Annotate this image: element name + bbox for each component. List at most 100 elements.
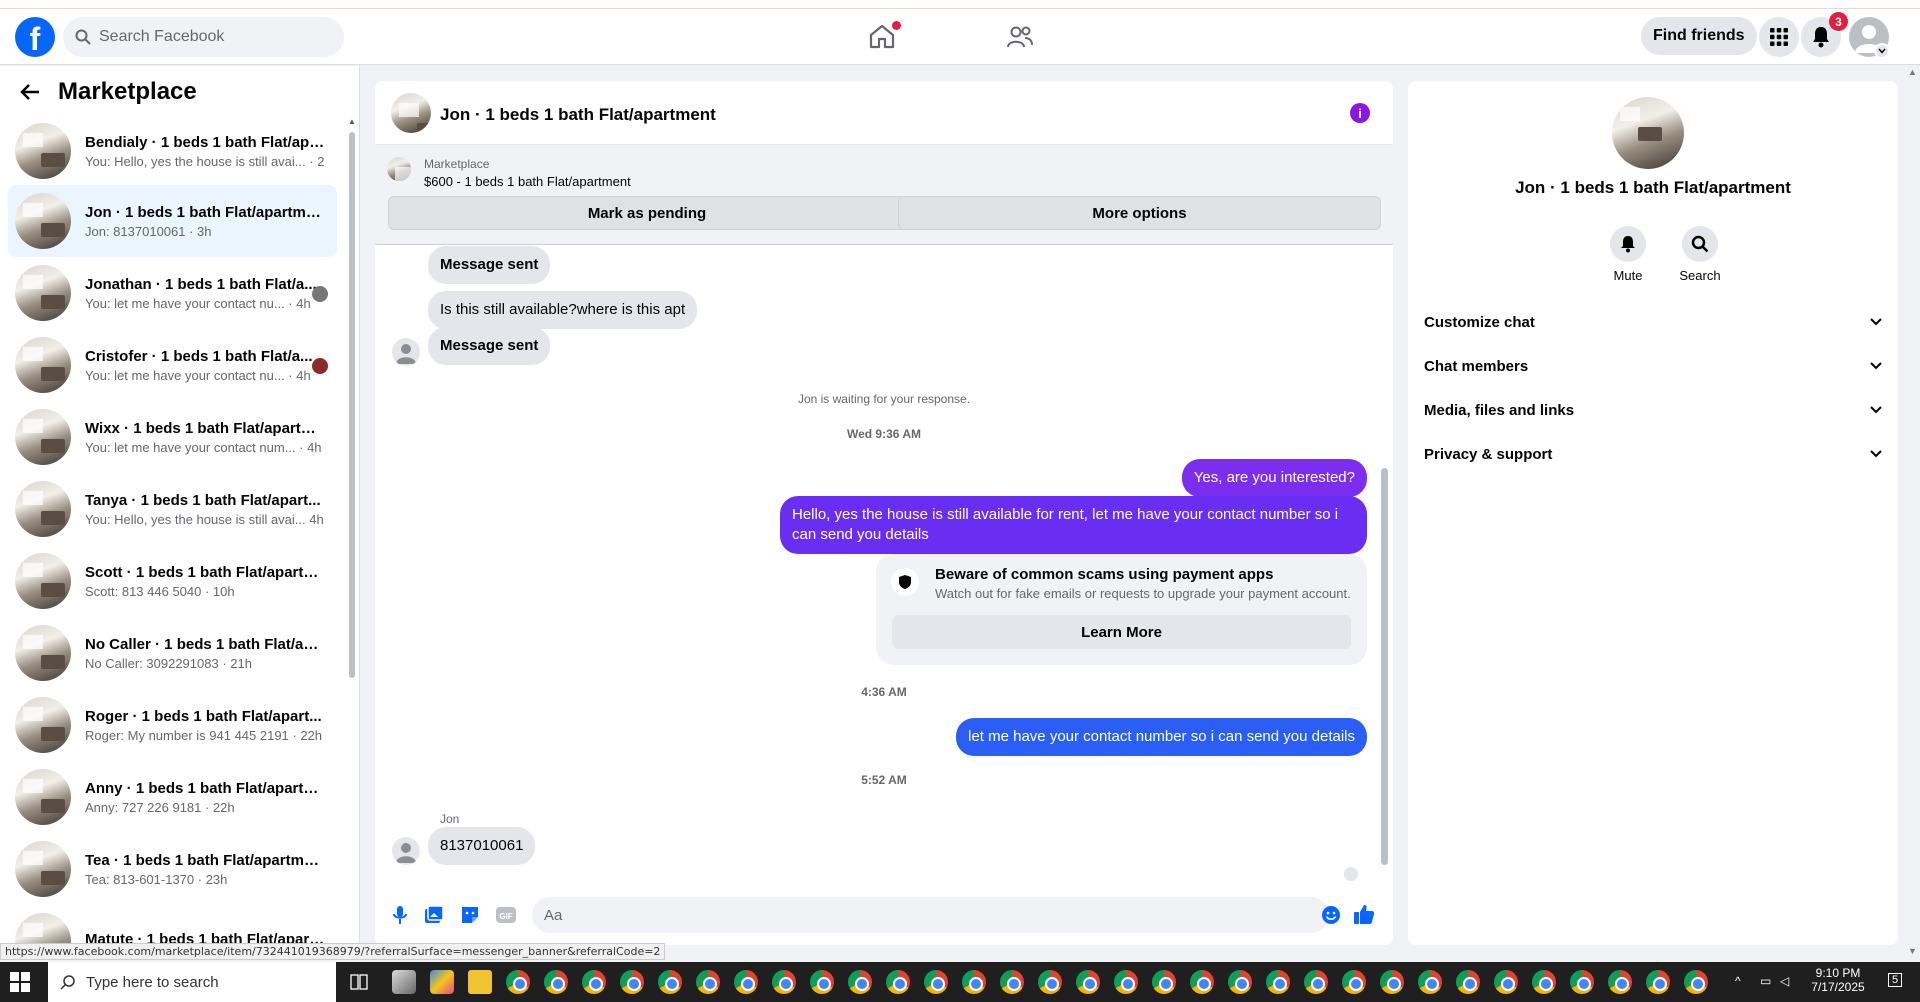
media-files-links-row[interactable]: Media, files and links	[1416, 388, 1890, 432]
photo-icon[interactable]	[424, 905, 444, 925]
friends-icon[interactable]	[1006, 25, 1034, 49]
chrome-icon[interactable]	[1646, 970, 1670, 994]
chat-title[interactable]: Jon · 1 beds 1 bath Flat/apartment	[440, 105, 716, 125]
more-options-button[interactable]: More options	[898, 196, 1381, 230]
details-title[interactable]: Jon · 1 beds 1 bath Flat/apartment	[1408, 178, 1898, 198]
chat-scrollbar[interactable]	[1381, 468, 1388, 865]
chat-listing-thumbnail[interactable]	[391, 93, 431, 133]
chrome-icon[interactable]	[810, 970, 834, 994]
chrome-icon[interactable]	[620, 970, 644, 994]
conversation-item[interactable]: Jonathan · 1 beds 1 bath Flat/a... You: l…	[8, 257, 337, 329]
chrome-icon[interactable]	[1190, 970, 1214, 994]
message-bubble[interactable]: Message sent	[428, 327, 551, 365]
conversation-item[interactable]: Tea · 1 beds 1 bath Flat/apartment Tea: 8…	[8, 833, 337, 905]
back-arrow-icon[interactable]	[20, 83, 40, 101]
sticker-icon[interactable]	[460, 905, 480, 925]
banner-thumbnail[interactable]	[387, 157, 411, 181]
info-icon[interactable]: i	[1350, 103, 1370, 123]
conversation-item[interactable]: Anny · 1 beds 1 bath Flat/apartm... Anny:…	[8, 761, 337, 833]
thumbs-up-icon[interactable]	[1353, 903, 1375, 925]
chevron-down-icon[interactable]	[1874, 43, 1890, 59]
emoji-icon[interactable]	[1321, 905, 1341, 925]
conversation-item[interactable]: Wixx · 1 beds 1 bath Flat/apartm... You: …	[8, 401, 337, 473]
chrome-icon[interactable]	[1152, 970, 1176, 994]
chrome-icon[interactable]	[544, 970, 568, 994]
chrome-icon[interactable]	[1304, 970, 1328, 994]
chrome-icon[interactable]	[1418, 970, 1442, 994]
message-bubble[interactable]: Message sent	[428, 246, 551, 284]
search-conversation-button[interactable]: Search	[1670, 226, 1730, 283]
microphone-icon[interactable]	[392, 905, 408, 925]
gif-icon[interactable]: GIF	[495, 905, 517, 925]
taskbar-search-input[interactable]: Type here to search	[48, 962, 336, 1002]
conversation-item[interactable]: Matute · 1 beds 1 bath Flat/apart...	[8, 905, 337, 944]
conversation-item[interactable]: No Caller · 1 beds 1 bath Flat/ap... No C…	[8, 617, 337, 689]
chrome-icon[interactable]	[734, 970, 758, 994]
find-friends-button[interactable]: Find friends	[1641, 17, 1757, 55]
menu-grid-icon[interactable]	[1759, 17, 1799, 57]
message-bubble[interactable]: 8137010061	[428, 827, 536, 865]
chrome-icon[interactable]	[1076, 970, 1100, 994]
chrome-icon[interactable]	[924, 970, 948, 994]
clock[interactable]: 9:10 PM 7/17/2025	[1800, 966, 1876, 994]
file-explorer-icon[interactable]	[468, 970, 492, 994]
app-icon[interactable]	[430, 970, 454, 994]
chrome-icon[interactable]	[582, 970, 606, 994]
contact-avatar[interactable]	[392, 338, 420, 366]
chrome-icon[interactable]	[1570, 970, 1594, 994]
chrome-icon[interactable]	[696, 970, 720, 994]
sidebar-scrollbar[interactable]	[349, 132, 355, 678]
message-input[interactable]: Aa	[532, 897, 1329, 933]
page-scroll-down-arrow[interactable]: ▼	[1908, 946, 1917, 956]
chrome-icon[interactable]	[1342, 970, 1366, 994]
details-listing-thumbnail[interactable]	[1612, 97, 1684, 169]
chrome-icon[interactable]	[1456, 970, 1480, 994]
customize-chat-row[interactable]: Customize chat	[1416, 300, 1890, 344]
tray-chevron-up-icon[interactable]: ^	[1735, 974, 1741, 988]
scroll-up-arrow[interactable]: ▲	[348, 117, 356, 126]
task-view-icon[interactable]	[350, 974, 368, 990]
chrome-icon[interactable]	[1000, 970, 1024, 994]
tray-volume-icon[interactable]: ◁	[1780, 974, 1789, 988]
contact-avatar[interactable]	[392, 837, 420, 865]
chrome-icon[interactable]	[1380, 970, 1404, 994]
page-scroll-up-arrow[interactable]: ▲	[1908, 67, 1917, 77]
windows-start-icon[interactable]	[10, 972, 30, 992]
chrome-icon[interactable]	[772, 970, 796, 994]
privacy-support-row[interactable]: Privacy & support	[1416, 432, 1890, 476]
my-message-bubble[interactable]: Yes, are you interested?	[1181, 459, 1367, 497]
my-message-bubble[interactable]: let me have your contact number so i can…	[956, 718, 1367, 756]
chrome-icon[interactable]	[962, 970, 986, 994]
chrome-icon[interactable]	[506, 970, 530, 994]
mark-pending-button[interactable]: Mark as pending	[388, 196, 906, 230]
learn-more-button[interactable]: Learn More	[892, 615, 1351, 649]
chrome-icon[interactable]	[1228, 970, 1252, 994]
banner-price[interactable]: $600 - 1 beds 1 bath Flat/apartment	[424, 174, 631, 189]
chrome-icon[interactable]	[658, 970, 682, 994]
tray-network-icon[interactable]: ▭	[1760, 974, 1771, 988]
conversation-item[interactable]: Cristofer · 1 beds 1 bath Flat/a... You: …	[8, 329, 337, 401]
search-input[interactable]: Search Facebook	[63, 17, 344, 57]
my-message-bubble[interactable]: Hello, yes the house is still available …	[780, 496, 1367, 554]
chrome-icon[interactable]	[1532, 970, 1556, 994]
conversation-item[interactable]: Scott · 1 beds 1 bath Flat/apartm... Scot…	[8, 545, 337, 617]
app-icon[interactable]	[392, 970, 416, 994]
chrome-icon[interactable]	[848, 970, 872, 994]
row-label: Media, files and links	[1424, 401, 1575, 419]
conversation-item[interactable]: Bendialy · 1 beds 1 bath Flat/apa... You:…	[8, 115, 337, 187]
chat-members-row[interactable]: Chat members	[1416, 344, 1890, 388]
chrome-icon[interactable]	[886, 970, 910, 994]
chrome-icon[interactable]	[1494, 970, 1518, 994]
facebook-logo[interactable]: f	[15, 17, 55, 57]
chrome-icon[interactable]	[1684, 970, 1708, 994]
conversation-item-active[interactable]: Jon · 1 beds 1 bath Flat/apartment Jon: 8…	[8, 185, 337, 257]
conversation-item[interactable]: Tanya · 1 beds 1 bath Flat/apart... You: …	[8, 473, 337, 545]
chrome-icon[interactable]	[1266, 970, 1290, 994]
chrome-icon[interactable]	[1038, 970, 1062, 994]
chrome-icon[interactable]	[1608, 970, 1632, 994]
chrome-icon[interactable]	[1114, 970, 1138, 994]
message-bubble[interactable]: Is this still available?where is this ap…	[428, 291, 698, 329]
action-center-icon[interactable]: 5	[1880, 972, 1910, 987]
conversation-item[interactable]: Roger · 1 beds 1 bath Flat/apart... Roger…	[8, 689, 337, 761]
mute-button[interactable]: Mute	[1598, 226, 1658, 283]
